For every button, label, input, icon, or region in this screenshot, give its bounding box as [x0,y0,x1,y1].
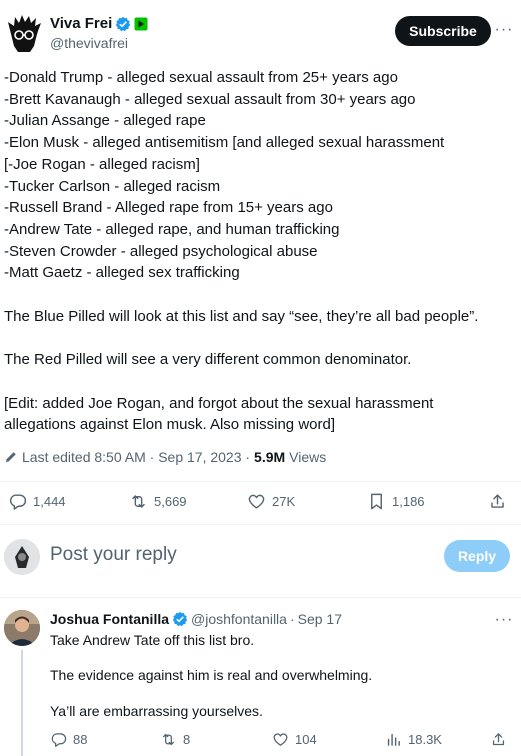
reply-date[interactable]: Sep 17 [298,611,342,627]
author-handle[interactable]: @thevivafrei [50,35,128,52]
reply-share-action[interactable] [490,731,507,748]
list-item: [-Joe Rogan - alleged racism] [4,155,200,173]
tweet-meta: Last edited 8:50 AM · Sep 17, 2023 · 5.9… [4,449,326,465]
creator-badge-icon [134,17,148,31]
reply-author-row[interactable]: Joshua Fontanilla @joshfontanilla · Sep … [50,611,342,627]
like-count: 104 [295,732,317,747]
edited-timestamp[interactable]: Last edited 8:50 AM · Sep 17, 2023 · [22,449,250,465]
edit-pencil-icon [4,450,18,464]
reply-text-line: The evidence against him is real and ove… [50,667,373,683]
heart-icon [248,494,265,509]
reply-text-line: Ya’ll are embarrassing yourselves. [50,703,263,719]
reply-count: 88 [73,732,88,747]
repost-count: 5,669 [154,494,187,509]
list-item: -Tucker Carlson - alleged racism [4,177,221,195]
reply-icon [9,494,27,510]
tweet-text: -Donald Trump - alleged sexual assault f… [4,67,514,436]
reply-action[interactable]: 1,444 [8,492,66,511]
author-name[interactable]: Viva Frei [50,15,112,33]
list-item: -Matt Gaetz - alleged sex trafficking [4,264,240,282]
paragraph-red-pilled: The Red Pilled will see a very different… [4,351,412,369]
reply-count: 1,444 [33,494,66,509]
reply-input[interactable]: Post your reply [50,544,177,566]
divider [0,524,521,525]
bookmark-action[interactable]: 1,186 [367,492,425,511]
thread-line [21,650,23,756]
list-item: -Steven Crowder - alleged psychological … [4,242,318,260]
reply-text-line: Take Andrew Tate off this list bro. [50,632,255,648]
list-item: -Andrew Tate - alleged rape, and human t… [4,220,340,238]
current-user-avatar[interactable] [4,539,40,575]
like-action[interactable]: 27K [247,492,295,511]
share-icon [492,733,505,746]
repost-icon [132,495,145,508]
reply-button[interactable]: Reply [444,540,510,572]
like-count: 27K [272,494,296,509]
reply-icon [51,733,67,747]
list-item: -Donald Trump - alleged sexual assault f… [4,69,398,86]
share-action[interactable] [488,492,507,511]
verified-badge-icon [115,16,131,32]
repost-count: 8 [183,732,191,747]
divider [0,481,521,482]
views-label: Views [289,449,327,465]
views-chart-icon [387,733,400,746]
list-item: -Brett Kavanaugh - alleged sexual assaul… [4,90,416,108]
author-name-row[interactable]: Viva Frei [50,15,148,33]
reply-more-options-icon[interactable]: ··· [494,610,514,630]
reply-author-handle[interactable]: @joshfontanilla [191,611,287,627]
paragraph-edit-note-2: allegations against Elon musk. Also miss… [4,416,335,434]
list-item: -Elon Musk - alleged antisemitism [and a… [4,134,445,152]
verified-badge-icon [172,611,188,627]
reply-like-action[interactable]: 104 [272,731,317,748]
repost-icon [162,733,175,746]
reply-reply-action[interactable]: 88 [50,731,87,748]
paragraph-edit-note-1: [Edit: added Joe Rogan, and forgot about… [4,394,434,412]
more-options-icon[interactable]: ··· [494,20,514,40]
subscribe-button[interactable]: Subscribe [395,16,491,46]
reply-views-action[interactable]: 18.3K [385,731,442,748]
list-item: -Russell Brand - Alleged rape from 15+ y… [4,199,333,217]
bookmark-count: 1,186 [392,494,425,509]
repost-action[interactable]: 5,669 [129,492,187,511]
reply-repost-action[interactable]: 8 [160,731,190,748]
author-avatar[interactable] [4,14,44,54]
list-item: -Julian Assange - alleged rape [4,112,206,130]
separator-dot: · [289,611,295,627]
views-count: 5.9M [254,449,286,465]
reply-author-avatar[interactable] [4,610,40,646]
bookmark-icon [371,493,382,510]
divider [0,597,521,598]
reply-author-name[interactable]: Joshua Fontanilla [50,611,169,627]
views-count: 18.3K [408,732,442,747]
share-icon [491,494,504,508]
heart-icon [273,733,288,746]
paragraph-blue-pilled: The Blue Pilled will look at this list a… [4,307,479,325]
